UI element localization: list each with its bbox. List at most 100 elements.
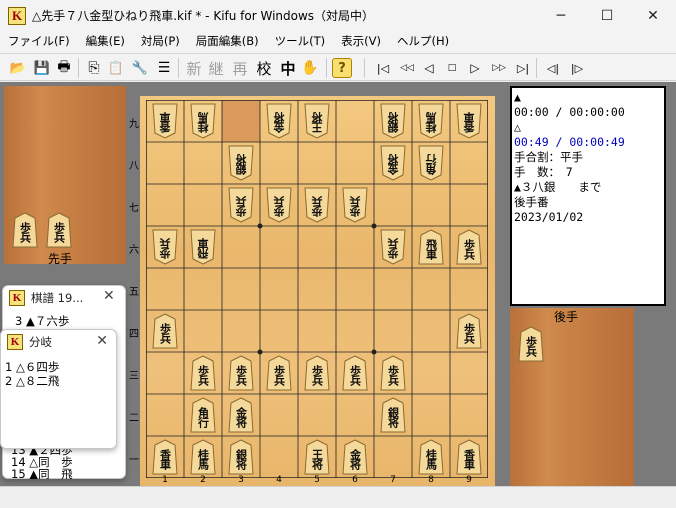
print-icon[interactable]: 🖶 (54, 58, 74, 78)
continue-button[interactable]: 継 (206, 58, 226, 78)
back-icon[interactable]: ◁ (420, 58, 438, 78)
board-piece[interactable]: 歩兵 (266, 187, 292, 223)
maximize-button[interactable]: ☐ (584, 0, 630, 31)
board-piece[interactable]: 角行 (190, 397, 216, 433)
piece-label: 飛車 (424, 238, 438, 259)
file-label: 7 (390, 475, 396, 485)
board-piece[interactable]: 歩兵 (152, 229, 178, 265)
branch-back-icon[interactable]: ◁| (542, 58, 564, 78)
board-piece[interactable]: 桂馬 (190, 439, 216, 475)
board-piece[interactable]: 金将 (380, 145, 406, 181)
save-icon[interactable]: 💾 (32, 58, 52, 78)
minimize-button[interactable]: ─ (538, 0, 584, 31)
move-count-text: 手 数： 7 (514, 165, 573, 179)
board-piece[interactable]: 飛車 (418, 229, 444, 265)
rank-label: 九 (129, 119, 139, 130)
copy-icon[interactable]: ⎘ (84, 58, 104, 78)
piece-label: 銀将 (234, 448, 248, 469)
sente-piece-stand[interactable]: 歩兵 歩兵 先手 (4, 86, 126, 266)
stop-icon[interactable]: □ (444, 58, 460, 78)
check-button[interactable]: 校 (254, 58, 274, 78)
tools-icon[interactable]: 🔧 (130, 58, 150, 78)
board-piece[interactable]: 銀将 (380, 397, 406, 433)
board-piece[interactable]: 桂馬 (418, 439, 444, 475)
board-piece[interactable]: 歩兵 (152, 313, 178, 349)
back-ten-icon[interactable]: ◁◁ (396, 58, 418, 78)
board-piece[interactable]: 歩兵 (304, 187, 330, 223)
hand-icon[interactable]: ✋ (300, 58, 320, 78)
interrupt-button[interactable]: 中 (278, 58, 298, 78)
kifu-line[interactable]: 15 ▲同 飛 (11, 468, 73, 479)
board-piece[interactable]: 歩兵 (228, 355, 254, 391)
menu-position-edit[interactable]: 局面編集(B) (188, 33, 267, 49)
first-move-icon[interactable]: |◁ (372, 58, 394, 78)
board-piece[interactable]: 歩兵 (266, 355, 292, 391)
piece-label: 歩兵 (462, 322, 476, 343)
board-piece[interactable]: 香車 (456, 103, 482, 139)
new-game-button[interactable]: 新 (184, 58, 204, 78)
board-piece[interactable]: 歩兵 (228, 187, 254, 223)
stand-piece[interactable]: 歩兵 (518, 326, 544, 362)
board-piece[interactable]: 歩兵 (456, 229, 482, 265)
board-piece[interactable]: 銀将 (228, 145, 254, 181)
open-icon[interactable]: 📂 (8, 58, 28, 78)
paste-icon[interactable]: 📋 (106, 58, 126, 78)
board-piece[interactable]: 歩兵 (456, 313, 482, 349)
board-piece[interactable]: 金将 (266, 103, 292, 139)
file-label: 3 (238, 475, 244, 485)
board-piece[interactable]: 銀将 (380, 103, 406, 139)
stand-piece[interactable]: 歩兵 (46, 212, 72, 248)
gote-piece-stand[interactable]: 後手 歩兵 (510, 308, 634, 486)
menu-game[interactable]: 対局(P) (133, 33, 188, 49)
branch-panel[interactable]: K 分岐 ✕ 1 △６四歩 2 △８二飛 (0, 329, 117, 449)
menu-view[interactable]: 表示(V) (333, 33, 389, 49)
branch-line[interactable]: 1 △６四歩 (5, 361, 59, 373)
board-piece[interactable]: 桂馬 (418, 103, 444, 139)
board-piece[interactable]: 王将 (304, 439, 330, 475)
board-piece[interactable]: 香車 (456, 439, 482, 475)
board-piece[interactable]: 飛車 (190, 229, 216, 265)
close-icon[interactable]: ✕ (103, 288, 115, 304)
kifu-line[interactable]: 3 ▲７六歩 (15, 315, 69, 327)
menu-help[interactable]: ヘルプ(H) (389, 33, 457, 49)
menu-edit[interactable]: 編集(E) (78, 33, 133, 49)
branch-forward-icon[interactable]: |▷ (566, 58, 588, 78)
board-piece[interactable]: 桂馬 (190, 103, 216, 139)
board-piece[interactable]: 銀将 (228, 439, 254, 475)
piece-label: 金将 (386, 154, 400, 175)
forward-icon[interactable]: ▷ (466, 58, 484, 78)
kifu-list-icon[interactable]: ☰ (154, 58, 174, 78)
board-piece[interactable]: 王将 (304, 103, 330, 139)
board-piece[interactable]: 歩兵 (190, 355, 216, 391)
kifu-app-icon: K (9, 290, 25, 306)
board-piece[interactable]: 歩兵 (342, 187, 368, 223)
kifu-line[interactable]: 14 △同 歩 (11, 456, 73, 468)
branch-app-icon: K (7, 334, 23, 350)
title-bar: K △先手７八金型ひねり飛車.kif * - Kifu for Windows（… (0, 0, 676, 31)
menu-file[interactable]: ファイル(F) (0, 33, 78, 49)
board-piece[interactable]: 歩兵 (342, 355, 368, 391)
close-button[interactable]: ✕ (630, 0, 676, 31)
menu-tools[interactable]: ツール(T) (267, 33, 334, 49)
board-piece[interactable]: 角行 (418, 145, 444, 181)
help-icon[interactable]: ? (332, 58, 352, 78)
shogi-board[interactable]: 香車 桂馬 金将 王将 銀将 桂馬 香車 銀将 金将 角行 歩兵 歩兵 歩兵 歩兵 歩兵 飛車 歩兵 飛車 歩兵 歩兵… (140, 96, 495, 488)
sente-mark: ▲ (514, 90, 521, 104)
board-piece[interactable]: 金将 (228, 397, 254, 433)
branch-line[interactable]: 2 △８二飛 (5, 375, 59, 387)
board-piece[interactable]: 歩兵 (304, 355, 330, 391)
stand-piece[interactable]: 歩兵 (12, 212, 38, 248)
board-piece[interactable]: 香車 (152, 103, 178, 139)
board-piece[interactable]: 香車 (152, 439, 178, 475)
board-piece[interactable]: 歩兵 (380, 355, 406, 391)
piece-label: 銀将 (386, 112, 400, 133)
replay-button[interactable]: 再 (230, 58, 250, 78)
forward-ten-icon[interactable]: ▷▷ (488, 58, 510, 78)
window-title: △先手７八金型ひねり飛車.kif * - Kifu for Windows（対局… (32, 9, 375, 23)
last-move-icon[interactable]: ▷| (512, 58, 534, 78)
board-piece[interactable]: 金将 (342, 439, 368, 475)
board-piece[interactable]: 歩兵 (380, 229, 406, 265)
piece-label: 桂馬 (196, 448, 210, 469)
close-icon[interactable]: ✕ (96, 333, 108, 349)
board-grid[interactable]: 香車 桂馬 金将 王将 銀将 桂馬 香車 銀将 金将 角行 歩兵 歩兵 歩兵 歩兵 歩兵 飛車 歩兵 飛車 歩兵 歩兵… (146, 100, 488, 478)
